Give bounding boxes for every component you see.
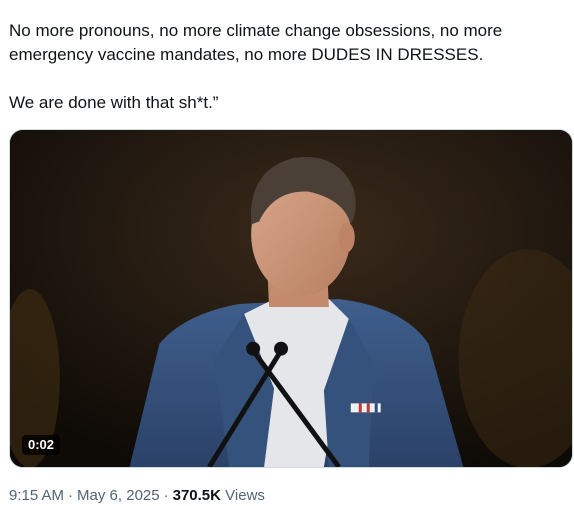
- separator-dot: ·: [68, 487, 74, 504]
- tweet-timestamp-link[interactable]: 9:15 AM · May 6, 2025: [9, 487, 160, 504]
- views-count: 370.5K: [172, 487, 221, 504]
- video-frame: [10, 130, 572, 467]
- video-duration-badge: 0:02: [22, 435, 61, 455]
- views-label: Views: [225, 487, 265, 504]
- separator-dot: ·: [163, 487, 169, 504]
- tweet-date: May 6, 2025: [77, 487, 160, 504]
- tweet-text: No more pronouns, no more climate change…: [9, 19, 564, 115]
- video-player[interactable]: 0:02: [9, 129, 573, 468]
- tweet-meta: 9:15 AM · May 6, 2025 · 370.5K Views: [9, 486, 265, 506]
- tweet: No more pronouns, no more climate change…: [0, 0, 574, 506]
- tweet-time: 9:15 AM: [9, 487, 65, 504]
- tweet-text-paragraph-1: No more pronouns, no more climate change…: [9, 21, 503, 64]
- tweet-text-paragraph-2: We are done with that sh*t.”: [9, 93, 219, 112]
